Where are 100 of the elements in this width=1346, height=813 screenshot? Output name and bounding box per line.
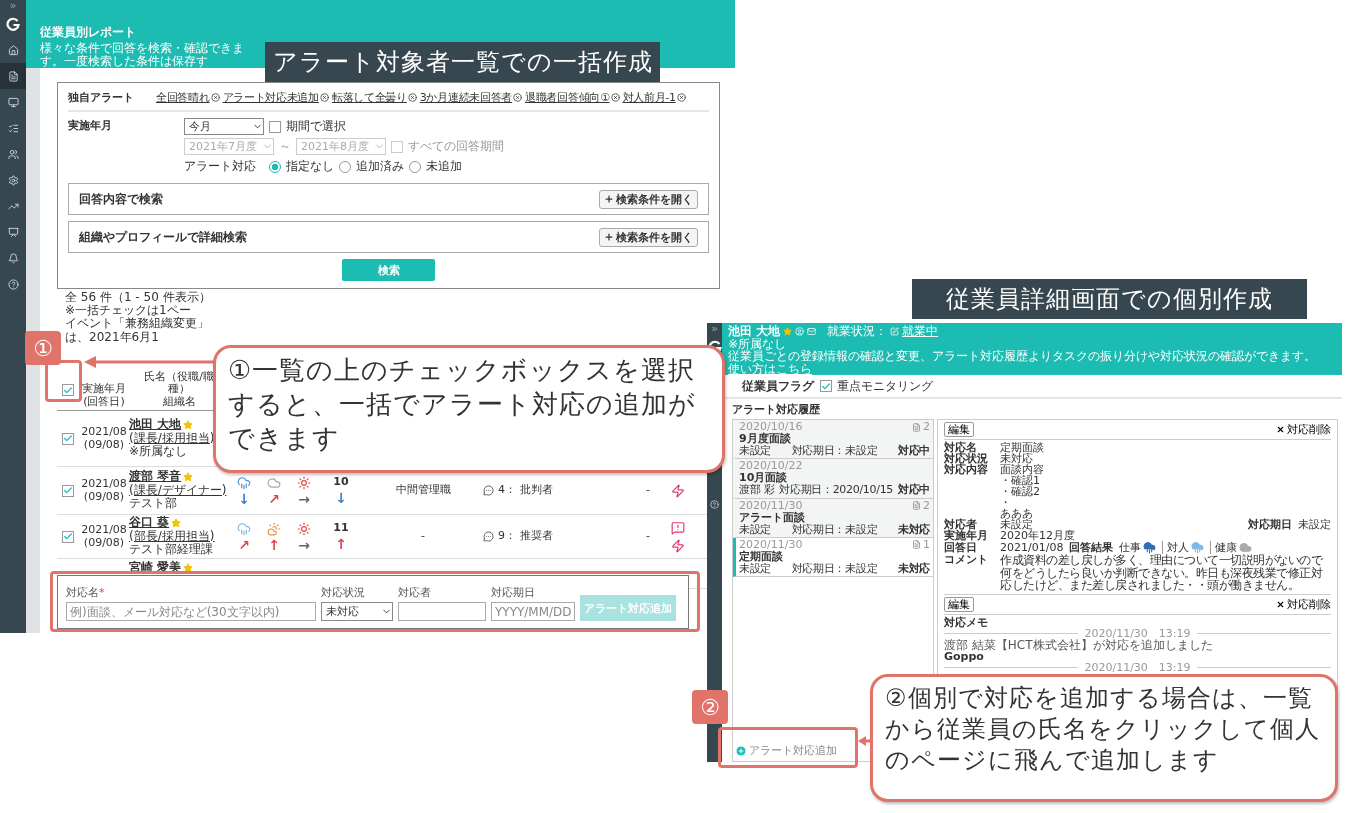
remove-icon [676, 93, 686, 102]
page-subtitle: 様々な条件で回答を検索・確認できます。一度検索した条件は保存す [40, 42, 245, 69]
checkbox[interactable] [62, 530, 74, 543]
open-conditions-button[interactable]: 検索条件を開く [599, 189, 698, 209]
delete-button[interactable]: 対応削除 [1276, 422, 1331, 437]
detail-label: 対応者 [944, 519, 977, 530]
radio-button[interactable] [409, 160, 421, 173]
delete-button[interactable]: 対応削除 [1276, 596, 1331, 612]
trend-arrow: ↓ [238, 491, 250, 506]
checkbox[interactable] [820, 380, 832, 392]
history-item[interactable]: 2020/11/30 1 定期面談 未設定 対応期日：未設定 未対応 [733, 537, 933, 578]
result-label: 健康 [1215, 542, 1238, 553]
trend-arrow: ↓ [335, 490, 347, 505]
item-title: 9月度面談 [739, 433, 792, 446]
history-item[interactable]: 2020/11/30 2 アラート面談 未設定 対応期日：未設定 未対応 [733, 498, 933, 538]
star-icon [183, 562, 194, 573]
alert-chip[interactable]: 3か月連続未回答者 [419, 90, 523, 105]
check-icon [63, 485, 73, 496]
expand-toggle[interactable]: » [711, 323, 718, 334]
table-cell: ※所属なし [129, 445, 188, 459]
item-date: 2020/11/30 [739, 538, 803, 551]
remove-icon [513, 93, 523, 102]
role-link[interactable]: (部長/採用担当) [129, 529, 215, 544]
employee-name-link[interactable]: 谷口 葵 [129, 516, 182, 530]
trend-arrow: ↑ [335, 536, 347, 551]
input-field[interactable] [398, 602, 486, 621]
section-title-tag: アラート対象者一覧での一括作成 [265, 42, 660, 82]
plus-icon [604, 232, 614, 242]
radio-button[interactable] [269, 160, 281, 173]
open-conditions-button[interactable]: 検索条件を開く [599, 227, 698, 247]
expand-toggle[interactable]: » [9, 0, 17, 11]
detail-label: 対応内容 [944, 464, 989, 475]
star-icon [183, 472, 194, 483]
help-icon [7, 278, 19, 290]
alert-chip[interactable]: 対人前月-1 [622, 90, 686, 105]
document-icon [912, 422, 921, 432]
status-select[interactable]: 未対応 [321, 602, 393, 621]
item-status: 未対応 [897, 563, 930, 576]
input-field[interactable]: YYYY/MM/DD [491, 602, 575, 621]
lightning-icon[interactable] [671, 483, 685, 498]
alert-chip[interactable]: 全回答晴れ [156, 90, 220, 105]
comment-count: 4： [498, 484, 516, 497]
detail-value: ・ [1000, 497, 1011, 508]
remove-icon [610, 93, 620, 102]
detail-label: 対応状況 [944, 453, 989, 464]
item-due: 対応期日：2020/10/15 [779, 484, 894, 497]
trend-arrow: ↗ [238, 537, 250, 552]
input-field[interactable]: 例)面談、メール対応など(30文字以内) [66, 602, 316, 621]
checkbox[interactable] [62, 432, 74, 445]
help-icon[interactable] [710, 500, 719, 509]
checkbox[interactable] [62, 484, 74, 497]
checkbox[interactable] [62, 384, 74, 396]
edit-button[interactable]: 編集 [944, 422, 974, 437]
role-link[interactable]: (課長/デザイナー) [129, 483, 227, 498]
section-title: 組織やプロフィールで詳細検索 [79, 228, 247, 246]
trend-arrow: → [298, 537, 310, 552]
item-count: 2 [923, 499, 930, 512]
detail-label: 実施年月 [944, 530, 989, 541]
item-assignee: 未設定 [739, 523, 772, 536]
detail-value: 2021/01/08 [1000, 542, 1064, 553]
employee-name-link[interactable]: 池田 大地 [129, 418, 194, 432]
callout-text: ①一覧の上のチェックボックスを選択すると、一括でアラート対応の追加ができます [213, 345, 725, 473]
table-cell: 2021/08 [81, 478, 127, 491]
filter-label: 独自アラート [68, 90, 135, 105]
radio-button[interactable] [339, 160, 351, 173]
item-due: 対応期日：未設定 [791, 563, 878, 576]
detail-label: 回答日 [944, 542, 978, 553]
document-icon [7, 70, 19, 82]
affiliation-text: ※所属なし [728, 337, 788, 351]
filter-label: 実施年月 [68, 118, 113, 133]
radio-label: 指定なし [286, 158, 334, 175]
item-count: 1 [923, 538, 930, 551]
alert-chip[interactable]: 退職者回答傾向① [525, 90, 620, 105]
history-item[interactable]: 2020/10/22 10月面談 渡部 彩 対応期日：2020/10/15 対応中 [733, 459, 933, 499]
employee-name-link[interactable]: 渡部 琴音 [129, 470, 194, 484]
warning-icon[interactable] [671, 520, 685, 535]
item-due: 対応期日：未設定 [791, 523, 878, 536]
sidebar-item[interactable] [0, 63, 26, 89]
alert-chip[interactable]: アラート対応未追加 [222, 90, 329, 105]
edit-button[interactable]: 編集 [944, 596, 974, 612]
item-assignee: 渡部 彩 [739, 484, 775, 497]
check-icon [63, 384, 73, 396]
column-header: 組織名 [162, 395, 196, 408]
add-alert-response-button[interactable]: アラート対応追加 [733, 740, 839, 761]
item-date: 2020/11/30 [739, 499, 803, 512]
table-cell: (09/08) [83, 536, 125, 549]
period-select[interactable]: 今月 [184, 118, 264, 135]
detail-value: 未設定 [1298, 519, 1331, 530]
role-link[interactable]: (課長/採用担当) [129, 431, 215, 446]
lightning-icon[interactable] [671, 538, 685, 553]
detail-value: ・確認2 [1000, 486, 1041, 497]
checkbox-label: すべての回答期間 [408, 138, 504, 155]
mail-icon[interactable] [807, 326, 817, 336]
history-item[interactable]: 2020/10/16 2 9月度面談 未設定 対応期日：未設定 対応中 [733, 420, 933, 460]
employee-name: 池田 大地 [728, 325, 781, 338]
checkbox[interactable] [269, 120, 281, 133]
alert-chip[interactable]: 転落して全曇り [331, 90, 417, 105]
checkbox[interactable] [391, 140, 403, 153]
users-icon [7, 148, 19, 160]
edit-icon[interactable] [890, 326, 900, 336]
